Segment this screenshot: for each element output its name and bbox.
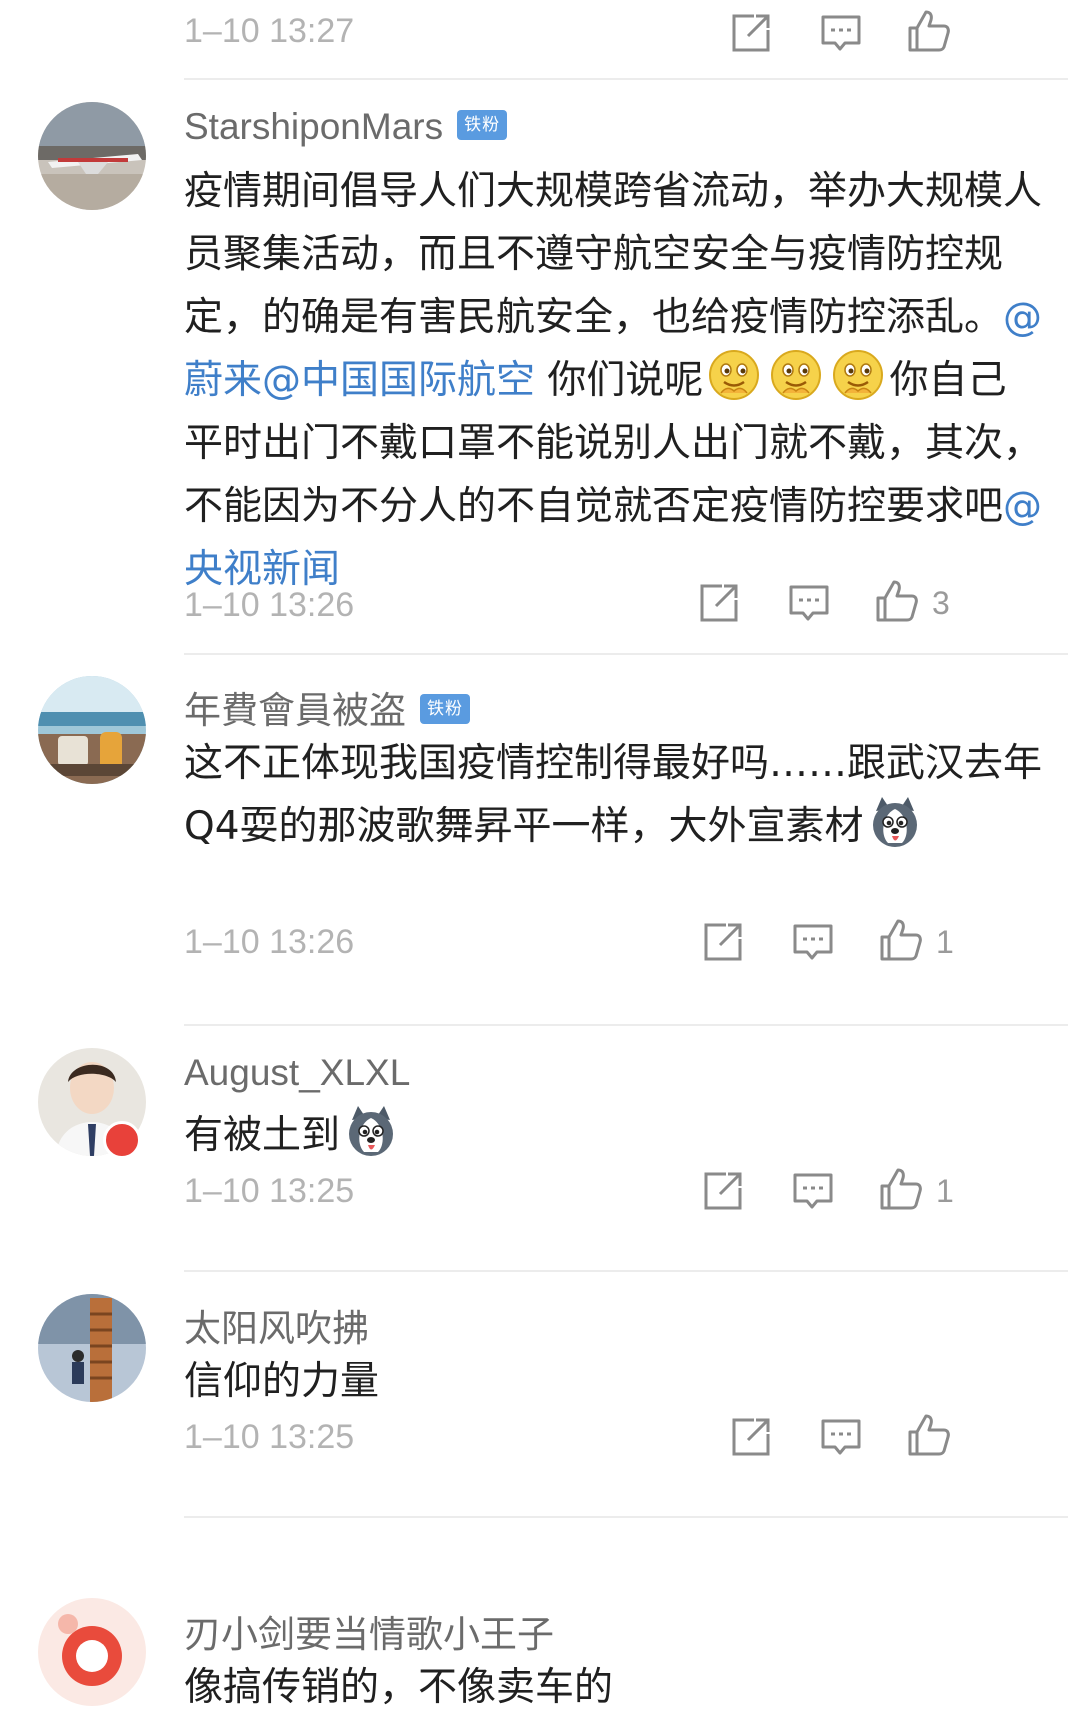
username[interactable]: StarshiponMars 铁粉	[184, 106, 508, 148]
like-count: 1	[936, 1173, 954, 1209]
like-count: 1	[936, 924, 954, 960]
comment-text: 有被土到	[184, 1104, 1044, 1167]
avatar[interactable]	[38, 102, 146, 210]
username[interactable]: 年費會員被盗 铁粉	[184, 680, 470, 734]
grin-emoji-icon	[831, 349, 885, 403]
mention-link[interactable]: @中国国际航空	[262, 358, 535, 403]
comment-icon[interactable]	[818, 10, 864, 56]
comment-text: 像搞传销的，不像卖车的	[184, 1665, 614, 1710]
username[interactable]: 刃小剑要当情歌小王子	[184, 1604, 554, 1658]
divider	[184, 1024, 1068, 1026]
share-icon[interactable]	[728, 10, 774, 56]
avatar[interactable]	[38, 1598, 146, 1706]
share-icon[interactable]	[700, 1168, 746, 1214]
fan-badge: 铁粉	[457, 110, 508, 141]
comment-icon[interactable]	[786, 580, 832, 626]
grin-emoji-icon	[769, 349, 823, 403]
share-icon[interactable]	[700, 919, 746, 965]
comment-actions: 1–10 13:25	[0, 1414, 1080, 1464]
like-icon[interactable]	[906, 1412, 952, 1458]
avatar[interactable]	[38, 676, 146, 784]
comment-actions: 1–10 13:25 1	[0, 1168, 1080, 1218]
username-text[interactable]: StarshiponMars	[184, 106, 443, 147]
like-icon[interactable]	[878, 1166, 924, 1212]
comment-actions: 1–10 13:26 1	[0, 919, 1080, 969]
share-icon[interactable]	[728, 1414, 774, 1460]
comment-text: 信仰的力量	[184, 1359, 380, 1404]
previous-comment-actions: 1–10 13:27	[0, 0, 1080, 82]
grin-emoji-icon	[707, 349, 761, 403]
username[interactable]: August_XLXL	[184, 1052, 410, 1094]
timestamp: 1–10 13:26	[184, 586, 355, 624]
comment-icon[interactable]	[790, 1168, 836, 1214]
fan-badge: 铁粉	[420, 694, 470, 725]
husky-emoji-icon	[868, 795, 922, 849]
timestamp: 1–10 13:26	[184, 923, 355, 961]
like-icon[interactable]	[906, 8, 952, 54]
username-text[interactable]: 刃小剑要当情歌小王子	[184, 1614, 554, 1655]
like-icon[interactable]	[878, 917, 924, 963]
divider	[184, 78, 1068, 80]
share-icon[interactable]	[696, 580, 742, 626]
like-icon[interactable]	[874, 578, 920, 624]
comment-text: 疫情期间倡导人们大规模跨省流动，举办大规模人员聚集活动，而且不遵守航空安全与疫情…	[184, 169, 1043, 592]
timestamp: 1–10 13:27	[184, 12, 355, 50]
divider	[184, 653, 1068, 655]
divider	[184, 1270, 1068, 1272]
username-text[interactable]: August_XLXL	[184, 1052, 410, 1093]
username-text[interactable]: 年費會員被盗	[184, 690, 406, 731]
comment-icon[interactable]	[790, 919, 836, 965]
avatar[interactable]	[38, 1294, 146, 1402]
comment-text: 这不正体现我国疫情控制得最好吗……跟武汉去年Q4耍的那波歌舞昇平一样，大外宣素材	[184, 741, 1043, 849]
timestamp: 1–10 13:25	[184, 1172, 355, 1210]
verified-badge-icon	[103, 1121, 141, 1159]
timestamp: 1–10 13:25	[184, 1418, 355, 1456]
comment-icon[interactable]	[818, 1414, 864, 1460]
like-count: 3	[932, 585, 950, 621]
username-text[interactable]: 太阳风吹拂	[184, 1308, 369, 1349]
comment-actions: 1–10 13:26 3	[0, 580, 1080, 630]
divider	[184, 1516, 1068, 1518]
username[interactable]: 太阳风吹拂	[184, 1298, 369, 1352]
husky-emoji-icon	[344, 1104, 398, 1158]
